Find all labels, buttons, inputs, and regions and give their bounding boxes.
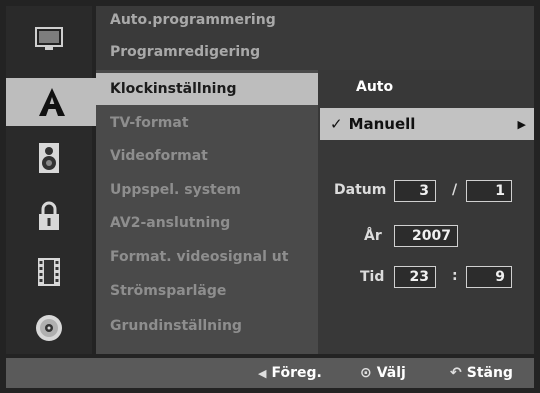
option-manuell-label: Manuell bbox=[348, 115, 416, 133]
rail-disc[interactable] bbox=[10, 304, 88, 352]
hint-back-label: Föreg. bbox=[271, 365, 322, 381]
disc-icon bbox=[36, 315, 62, 341]
menu-item-grundinstallning[interactable]: Grundinställning bbox=[110, 318, 242, 334]
time-label: Tid bbox=[360, 269, 385, 285]
lock-icon bbox=[39, 201, 59, 230]
back-arrow-icon: ◀ bbox=[258, 366, 267, 380]
rail-audio[interactable] bbox=[10, 134, 88, 182]
rail-tv[interactable] bbox=[10, 14, 88, 62]
film-icon bbox=[38, 258, 60, 286]
rail-recording[interactable] bbox=[10, 248, 88, 296]
day-field[interactable]: 3 bbox=[394, 180, 436, 202]
checkmark-icon: ✓ bbox=[330, 115, 343, 133]
option-manuell[interactable]: ✓ Manuell ▶ bbox=[320, 108, 534, 140]
menu-item-programredigering[interactable]: Programredigering bbox=[110, 44, 260, 60]
month-field[interactable]: 1 bbox=[466, 180, 512, 202]
hint-close[interactable]: ↶ Stäng bbox=[450, 365, 513, 381]
tv-icon bbox=[35, 27, 63, 50]
panel-top-area bbox=[318, 6, 534, 70]
select-button-icon: ⊙ bbox=[360, 365, 372, 381]
menu-item-tv-format[interactable]: TV-format bbox=[110, 115, 189, 131]
menu-item-stromsparlage[interactable]: Strömsparläge bbox=[110, 283, 226, 299]
menu-item-uppspel-system[interactable]: Uppspel. system bbox=[110, 182, 241, 198]
language-a-icon bbox=[39, 88, 65, 116]
menu-item-format-videosignal-ut[interactable]: Format. videosignal ut bbox=[110, 249, 288, 265]
time-separator: : bbox=[452, 268, 458, 284]
year-label: År bbox=[364, 228, 382, 244]
return-icon: ↶ bbox=[450, 365, 462, 381]
arrow-right-icon: ▶ bbox=[517, 117, 526, 131]
option-auto[interactable]: Auto bbox=[356, 79, 393, 95]
hint-select-label: Välj bbox=[376, 365, 406, 381]
year-field[interactable]: 2007 bbox=[394, 225, 458, 247]
category-rail bbox=[6, 6, 98, 354]
rail-lock[interactable] bbox=[10, 192, 88, 240]
menu-item-klockinstallning[interactable]: Klockinställning bbox=[96, 73, 318, 105]
menu-item-av2-anslutning[interactable]: AV2-anslutning bbox=[110, 215, 230, 231]
date-separator: / bbox=[452, 182, 458, 198]
hint-select[interactable]: ⊙ Välj bbox=[360, 365, 406, 381]
rail-language[interactable] bbox=[6, 78, 98, 126]
speaker-icon bbox=[39, 143, 59, 173]
minute-field[interactable]: 9 bbox=[466, 266, 512, 288]
parent-menu: Auto.programmering Programredigering bbox=[96, 6, 318, 70]
hour-field[interactable]: 23 bbox=[394, 266, 436, 288]
menu-item-auto-programmering[interactable]: Auto.programmering bbox=[110, 12, 276, 28]
menu-item-videoformat[interactable]: Videoformat bbox=[110, 148, 208, 164]
date-label: Datum bbox=[334, 182, 387, 198]
settings-menu: Klockinställning TV-format Videoformat U… bbox=[96, 70, 318, 354]
hint-back[interactable]: ◀ Föreg. bbox=[258, 365, 322, 381]
hint-close-label: Stäng bbox=[466, 365, 513, 381]
